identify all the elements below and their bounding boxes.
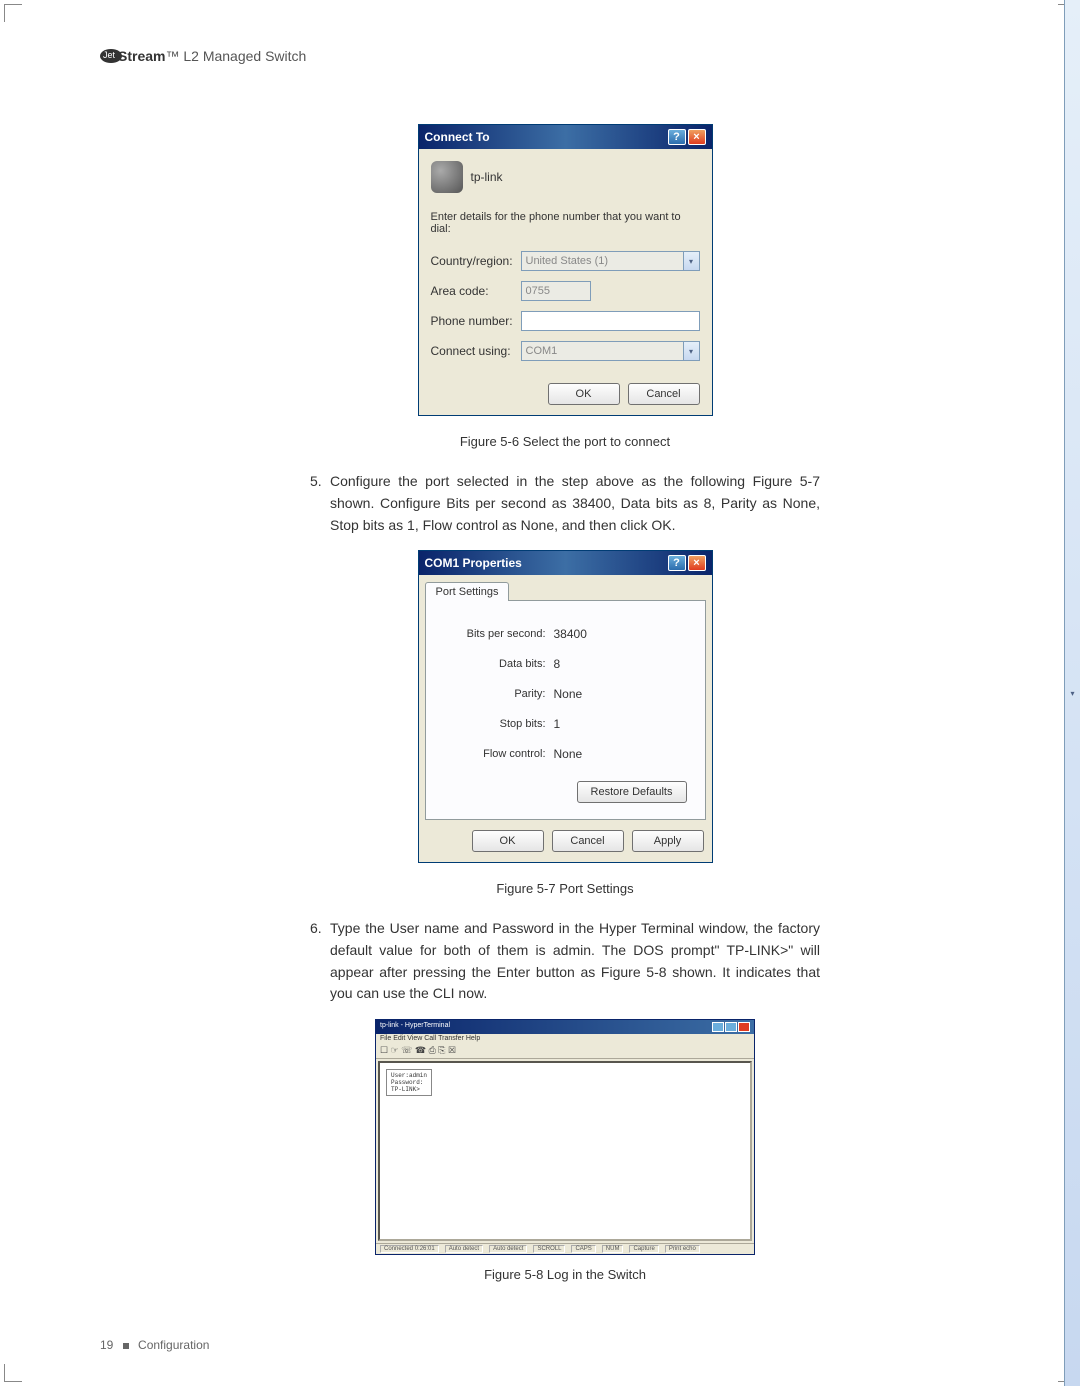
terminal-statusbar: Connected 0:26:01 Auto detect Auto detec… — [376, 1243, 754, 1254]
status-num: NUM — [602, 1245, 624, 1253]
phone-input[interactable] — [521, 311, 700, 331]
footer-separator-icon — [123, 1343, 129, 1349]
stop-bits-select[interactable]: 1 ▾ — [554, 717, 561, 731]
figure-caption-5-6: Figure 5-6 Select the port to connect — [310, 434, 820, 449]
page-number: 19 — [100, 1338, 113, 1352]
data-bits-label: Data bits: — [444, 658, 554, 670]
ok-button[interactable]: OK — [548, 383, 620, 405]
close-icon[interactable] — [738, 1022, 750, 1032]
page-footer: 19 Configuration — [100, 1338, 209, 1352]
area-code-input[interactable]: 0755 — [521, 281, 591, 301]
dialog-titlebar: COM1 Properties ? × — [419, 551, 712, 575]
bps-select[interactable]: 38400 ▾ — [554, 627, 587, 641]
close-icon[interactable]: × — [688, 129, 706, 145]
country-value: United States (1) — [526, 255, 609, 267]
ok-button[interactable]: OK — [472, 830, 544, 852]
country-label: Country/region: — [431, 254, 521, 268]
brand-name: Stream — [118, 48, 165, 64]
help-icon[interactable]: ? — [668, 129, 686, 145]
data-bits-value: 8 — [554, 657, 561, 671]
restore-defaults-button[interactable]: Restore Defaults — [577, 781, 687, 803]
minimize-icon[interactable] — [712, 1022, 724, 1032]
footer-section: Configuration — [138, 1338, 209, 1352]
crop-mark — [4, 1364, 22, 1382]
stop-bits-label: Stop bits: — [444, 718, 554, 730]
connection-icon — [431, 161, 463, 193]
phone-label: Phone number: — [431, 314, 521, 328]
stop-bits-value: 1 — [554, 717, 561, 731]
console-line: User:admin — [391, 1072, 427, 1079]
page-header: Stream™ L2 Managed Switch — [100, 48, 1010, 64]
dialog-title-text: Connect To — [425, 130, 490, 144]
connection-name: tp-link — [471, 170, 503, 184]
terminal-menu[interactable]: File Edit View Call Transfer Help — [376, 1034, 754, 1043]
status-autodetect2: Auto detect — [489, 1245, 527, 1253]
status-capture: Capture — [629, 1245, 658, 1253]
step-6-text: Type the User name and Password in the H… — [310, 918, 820, 1005]
tab-port-settings[interactable]: Port Settings — [425, 582, 510, 601]
connect-using-select[interactable]: COM1 ▾ — [521, 341, 700, 361]
apply-button[interactable]: Apply — [632, 830, 704, 852]
status-connected: Connected 0:26:01 — [380, 1245, 439, 1253]
terminal-titlebar: tp-link - HyperTerminal — [376, 1020, 754, 1034]
console-line: TP-LINK> — [391, 1086, 427, 1093]
figure-caption-5-8: Figure 5-8 Log in the Switch — [310, 1267, 820, 1282]
bps-label: Bits per second: — [444, 628, 554, 640]
chevron-down-icon[interactable]: ▾ — [683, 342, 699, 360]
figure-caption-5-7: Figure 5-7 Port Settings — [310, 881, 820, 896]
flow-control-label: Flow control: — [444, 748, 554, 760]
country-select[interactable]: United States (1) ▾ — [521, 251, 700, 271]
status-printecho: Print echo — [665, 1245, 700, 1253]
dialog-titlebar: Connect To ? × — [419, 125, 712, 149]
terminal-title-text: tp-link - HyperTerminal — [380, 1022, 450, 1032]
hyperterminal-window: tp-link - HyperTerminal File Edit View C… — [375, 1019, 755, 1255]
status-scroll: SCROLL — [533, 1245, 565, 1253]
console-line: Password: — [391, 1079, 427, 1086]
flow-control-select[interactable]: None ▾ — [554, 747, 583, 761]
bps-value: 38400 — [554, 627, 587, 641]
product-name: L2 Managed Switch — [179, 48, 306, 64]
area-code-label: Area code: — [431, 284, 521, 298]
dialog-title-text: COM1 Properties — [425, 556, 522, 570]
crop-mark — [4, 4, 22, 22]
dialog-instruction: Enter details for the phone number that … — [431, 211, 700, 235]
status-caps: CAPS — [571, 1245, 595, 1253]
connect-using-label: Connect using: — [431, 344, 521, 358]
cancel-button[interactable]: Cancel — [552, 830, 624, 852]
connect-to-dialog: Connect To ? × tp-link Enter details for… — [418, 124, 713, 416]
cancel-button[interactable]: Cancel — [628, 383, 700, 405]
maximize-icon[interactable] — [725, 1022, 737, 1032]
parity-select[interactable]: None ▾ — [554, 687, 583, 701]
data-bits-select[interactable]: 8 ▾ — [554, 657, 561, 671]
trademark: ™ — [165, 48, 179, 64]
flow-control-value: None — [554, 747, 583, 761]
area-code-value: 0755 — [526, 285, 550, 297]
chevron-down-icon[interactable]: ▾ — [1064, 0, 1080, 1386]
connect-using-value: COM1 — [526, 345, 558, 357]
parity-label: Parity: — [444, 688, 554, 700]
chevron-down-icon[interactable]: ▾ — [683, 252, 699, 270]
close-icon[interactable]: × — [688, 555, 706, 571]
com1-properties-dialog: COM1 Properties ? × Port Settings Bits p… — [418, 550, 713, 863]
parity-value: None — [554, 687, 583, 701]
terminal-console[interactable]: User:admin Password: TP-LINK> — [378, 1061, 752, 1241]
step-5-text: Configure the port selected in the step … — [310, 471, 820, 536]
help-icon[interactable]: ? — [668, 555, 686, 571]
terminal-toolbar[interactable]: ☐ ☞ ☏ ☎ ⎙ ⎘ ☒ — [376, 1043, 754, 1059]
status-autodetect: Auto detect — [445, 1245, 483, 1253]
